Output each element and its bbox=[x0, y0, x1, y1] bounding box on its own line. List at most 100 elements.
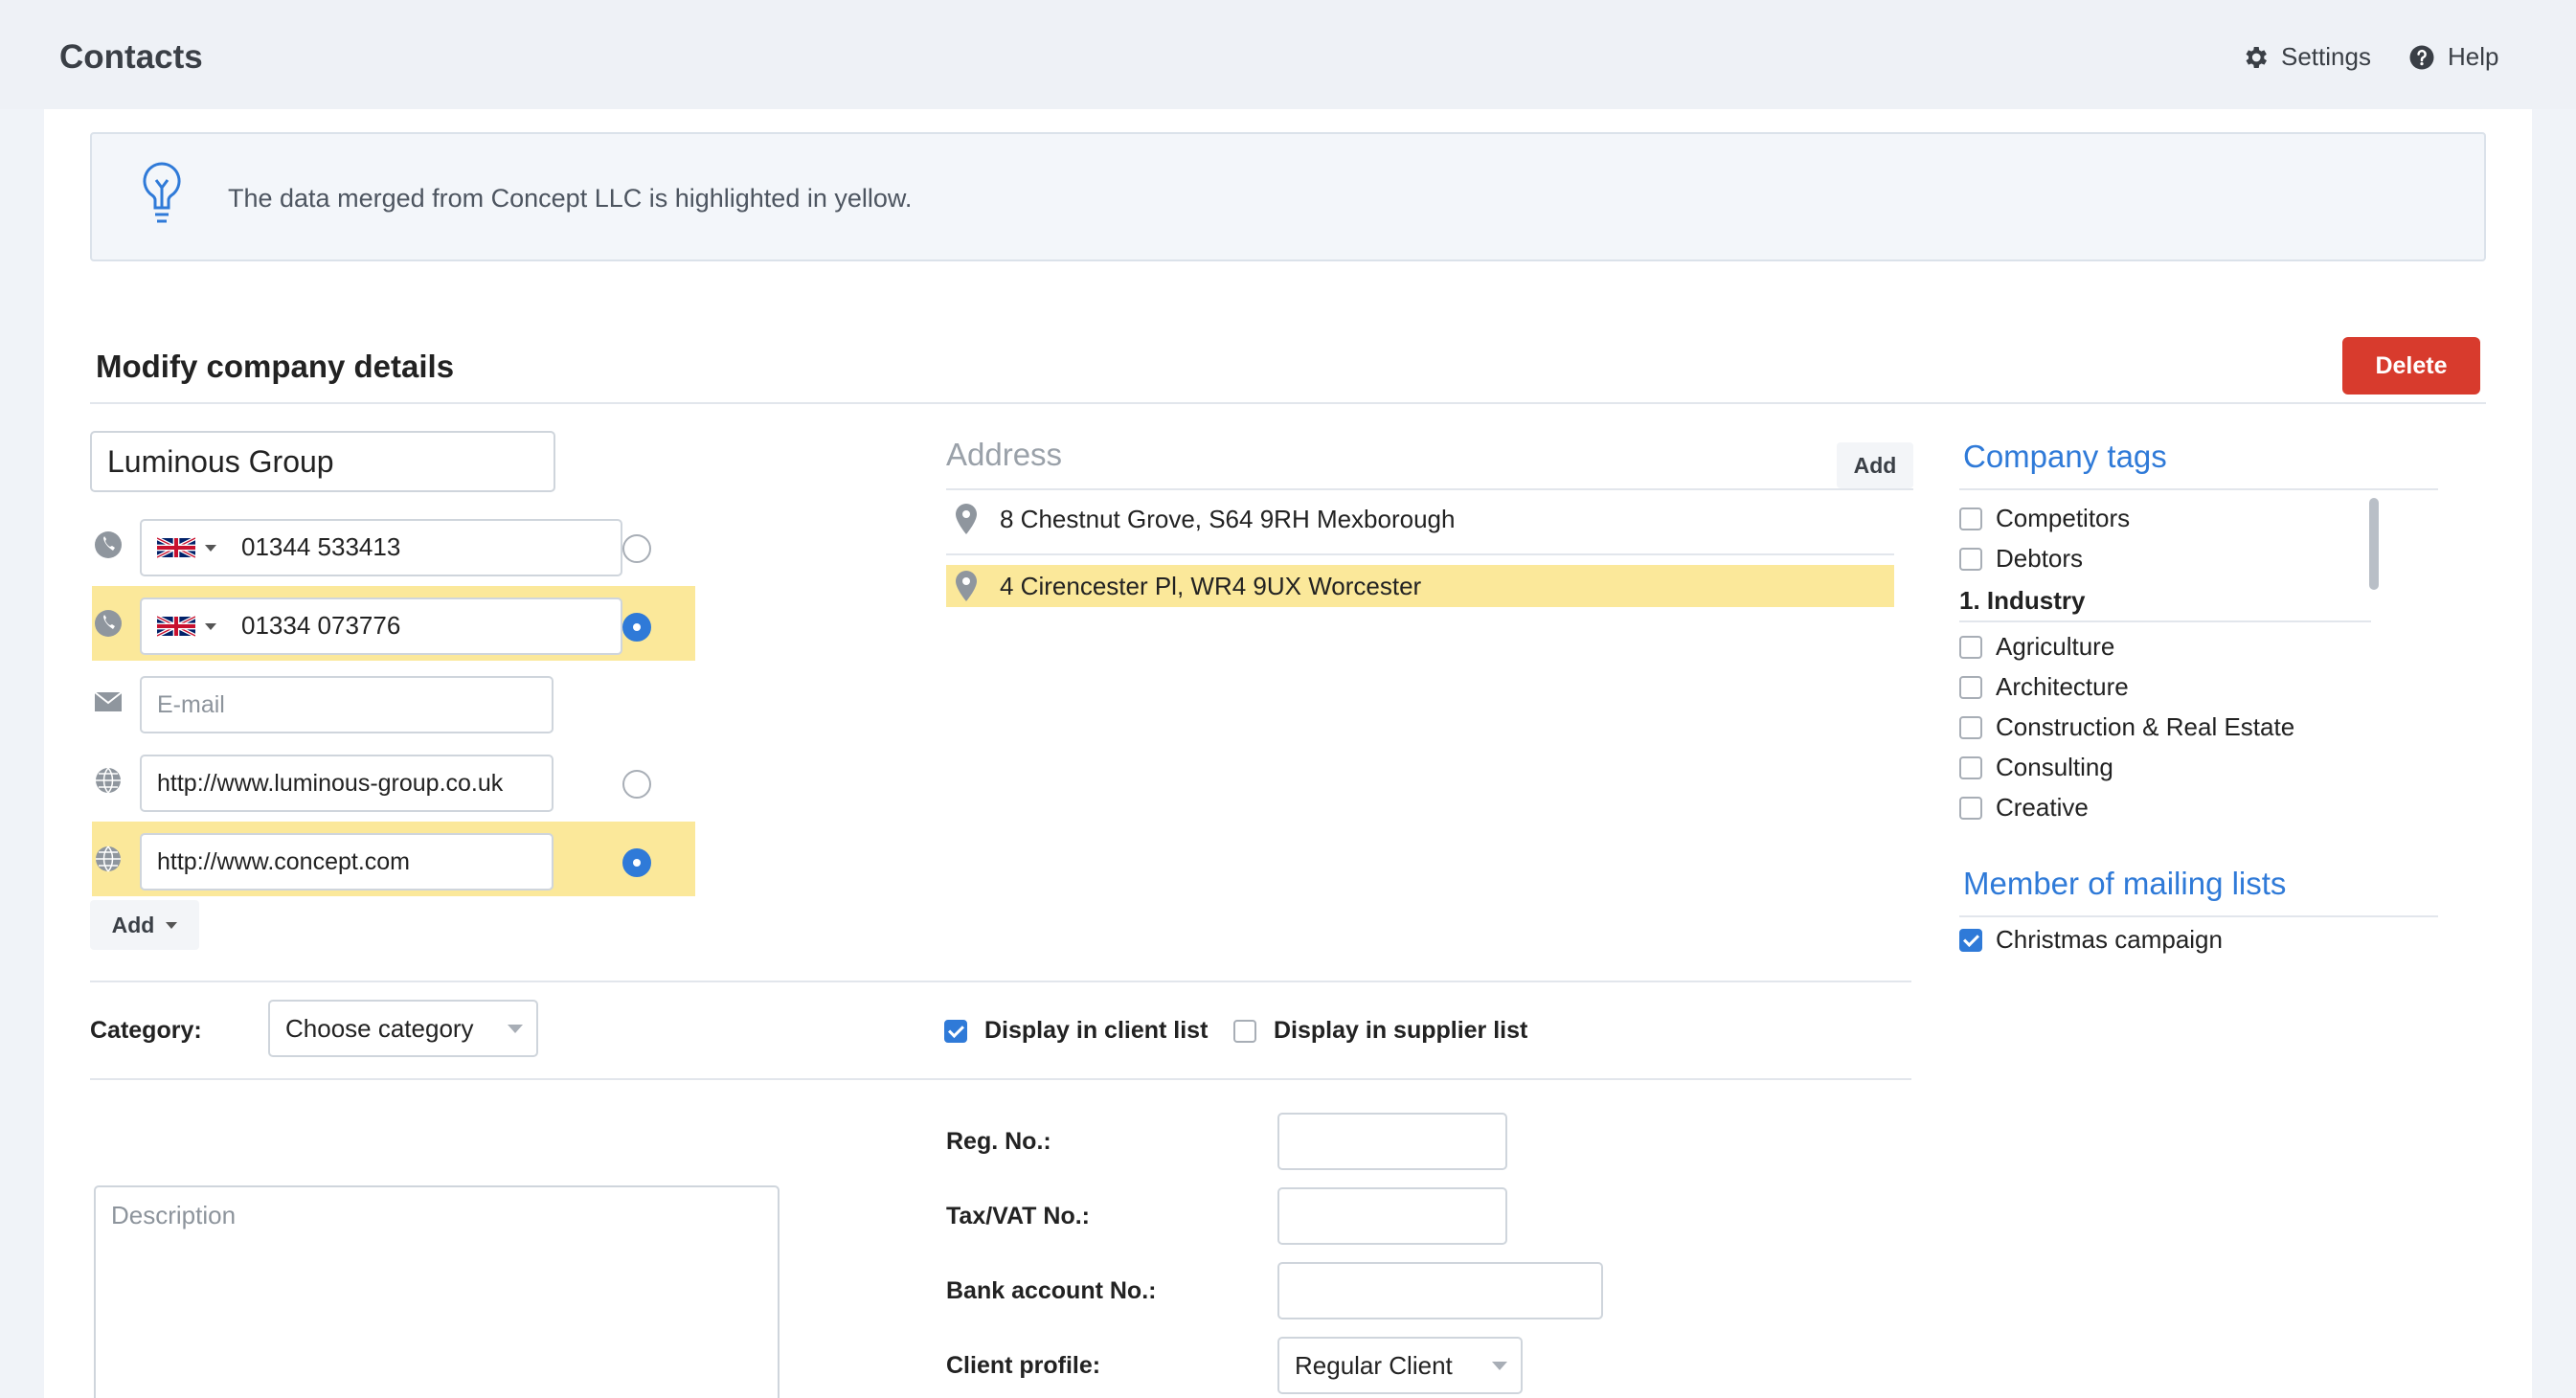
chevron-down-icon bbox=[205, 544, 216, 552]
tag-label: Consulting bbox=[1996, 753, 2113, 781]
phone-field-2: 01334 073776 bbox=[140, 598, 622, 655]
map-pin-icon bbox=[956, 504, 977, 534]
map-pin-icon bbox=[956, 571, 977, 601]
tag-checkbox-architecture[interactable]: Architecture bbox=[1959, 672, 2129, 702]
mailing-list-label: Christmas campaign bbox=[1996, 925, 2223, 954]
tag-label: Creative bbox=[1996, 793, 2089, 822]
lightbulb-icon bbox=[143, 162, 181, 223]
checkbox[interactable] bbox=[1959, 635, 1982, 659]
divider bbox=[946, 553, 1894, 555]
mailing-list-christmas-campaign[interactable]: Christmas campaign bbox=[1959, 925, 2223, 955]
add-contact-button[interactable]: Add bbox=[90, 900, 199, 950]
checkbox[interactable] bbox=[1233, 1019, 1256, 1043]
phone-icon bbox=[95, 531, 122, 558]
mailing-lists-title: Member of mailing lists bbox=[1963, 866, 2287, 901]
checkbox[interactable] bbox=[1959, 675, 1982, 699]
delete-button[interactable]: Delete bbox=[2342, 337, 2480, 395]
address-item-merged[interactable]: 4 Cirencester Pl, WR4 9UX Worcester bbox=[946, 565, 1894, 607]
tag-label: Construction & Real Estate bbox=[1996, 712, 2295, 741]
reg-no-input[interactable] bbox=[1277, 1113, 1507, 1170]
checkbox[interactable] bbox=[1959, 796, 1982, 820]
company-name-input[interactable] bbox=[90, 431, 555, 492]
checkbox[interactable] bbox=[1959, 715, 1982, 739]
display-client-list-checkbox[interactable]: Display in client list bbox=[944, 1017, 1208, 1045]
merge-info-box: The data merged from Concept LLC is high… bbox=[90, 132, 2486, 261]
divider bbox=[90, 1078, 1911, 1080]
divider bbox=[90, 981, 1911, 982]
tag-checkbox-creative[interactable]: Creative bbox=[1959, 793, 2089, 823]
phone-number[interactable]: 01344 533413 bbox=[241, 532, 400, 562]
chevron-down-icon bbox=[1492, 1362, 1507, 1370]
uk-flag-icon bbox=[157, 536, 195, 559]
tag-checkbox-competitors[interactable]: Competitors bbox=[1959, 504, 2130, 533]
address-item[interactable]: 8 Chestnut Grove, S64 9RH Mexborough bbox=[946, 498, 1894, 540]
client-profile-value: Regular Client bbox=[1295, 1350, 1453, 1380]
uk-flag-icon bbox=[157, 615, 195, 638]
tax-vat-label: Tax/VAT No.: bbox=[946, 1203, 1090, 1229]
tags-scrollbar[interactable] bbox=[2369, 498, 2379, 590]
company-tags-title: Company tags bbox=[1963, 439, 2167, 474]
website-field[interactable] bbox=[140, 755, 554, 812]
description-textarea[interactable] bbox=[94, 1185, 780, 1398]
checkbox[interactable] bbox=[944, 1019, 967, 1043]
default-website-radio[interactable] bbox=[622, 770, 651, 799]
checkbox[interactable] bbox=[1959, 507, 1982, 530]
tag-label: Architecture bbox=[1996, 672, 2129, 701]
tag-label: Debtors bbox=[1996, 544, 2084, 573]
phone-field-1: 01344 533413 bbox=[140, 519, 622, 576]
display-supplier-list-checkbox[interactable]: Display in supplier list bbox=[1233, 1017, 1527, 1045]
help-link[interactable]: Help bbox=[2407, 42, 2498, 72]
tag-label: Agriculture bbox=[1996, 632, 2115, 661]
divider bbox=[1959, 915, 2438, 917]
checkbox[interactable] bbox=[1959, 547, 1982, 571]
email-field[interactable] bbox=[140, 676, 554, 733]
divider bbox=[1959, 488, 2438, 490]
top-bar: Contacts Settings Help bbox=[0, 0, 2576, 109]
phone-number[interactable]: 01334 073776 bbox=[241, 611, 400, 641]
section-title: Modify company details bbox=[96, 349, 455, 384]
phone-icon bbox=[95, 610, 122, 637]
reg-no-label: Reg. No.: bbox=[946, 1128, 1051, 1155]
bank-account-input[interactable] bbox=[1277, 1262, 1603, 1319]
merge-info-text: The data merged from Concept LLC is high… bbox=[228, 184, 913, 213]
tag-group-title: 1. Industry bbox=[1959, 586, 2086, 615]
bank-account-label: Bank account No.: bbox=[946, 1277, 1157, 1304]
tax-vat-input[interactable] bbox=[1277, 1187, 1507, 1245]
checkbox[interactable] bbox=[1959, 928, 1982, 952]
address-text: 8 Chestnut Grove, S64 9RH Mexborough bbox=[1000, 504, 1456, 533]
chevron-down-icon bbox=[166, 921, 178, 929]
country-code-dropdown[interactable] bbox=[151, 609, 237, 643]
category-value: Choose category bbox=[285, 1013, 474, 1043]
tag-checkbox-construction[interactable]: Construction & Real Estate bbox=[1959, 712, 2294, 742]
address-title: Address bbox=[946, 437, 1063, 472]
add-contact-label: Add bbox=[111, 912, 155, 937]
default-phone-radio[interactable] bbox=[622, 613, 651, 642]
app-title: Contacts bbox=[59, 38, 203, 76]
settings-link[interactable]: Settings bbox=[2241, 42, 2371, 72]
default-website-radio[interactable] bbox=[622, 848, 651, 877]
globe-icon bbox=[96, 846, 121, 872]
help-icon bbox=[2409, 45, 2434, 69]
globe-icon bbox=[96, 767, 121, 794]
default-phone-radio[interactable] bbox=[622, 534, 651, 563]
settings-label: Settings bbox=[2281, 42, 2371, 71]
category-label: Category: bbox=[90, 1017, 202, 1044]
address-text: 4 Cirencester Pl, WR4 9UX Worcester bbox=[1000, 571, 1422, 600]
chevron-down-icon bbox=[508, 1025, 523, 1033]
gear-icon bbox=[2246, 46, 2267, 68]
category-select[interactable]: Choose category bbox=[268, 1000, 538, 1057]
tag-checkbox-consulting[interactable]: Consulting bbox=[1959, 753, 2113, 782]
tag-checkbox-agriculture[interactable]: Agriculture bbox=[1959, 632, 2114, 662]
checkbox[interactable] bbox=[1959, 755, 1982, 779]
help-label: Help bbox=[2448, 42, 2499, 71]
client-profile-select[interactable]: Regular Client bbox=[1277, 1337, 1523, 1394]
country-code-dropdown[interactable] bbox=[151, 530, 237, 565]
website-field[interactable] bbox=[140, 833, 554, 891]
divider bbox=[1959, 620, 2371, 622]
tag-checkbox-debtors[interactable]: Debtors bbox=[1959, 544, 2083, 574]
add-address-button[interactable]: Add bbox=[1837, 442, 1913, 488]
chevron-down-icon bbox=[205, 622, 216, 630]
divider bbox=[946, 488, 1913, 490]
display-client-label: Display in client list bbox=[984, 1017, 1209, 1044]
tag-label: Competitors bbox=[1996, 504, 2131, 532]
